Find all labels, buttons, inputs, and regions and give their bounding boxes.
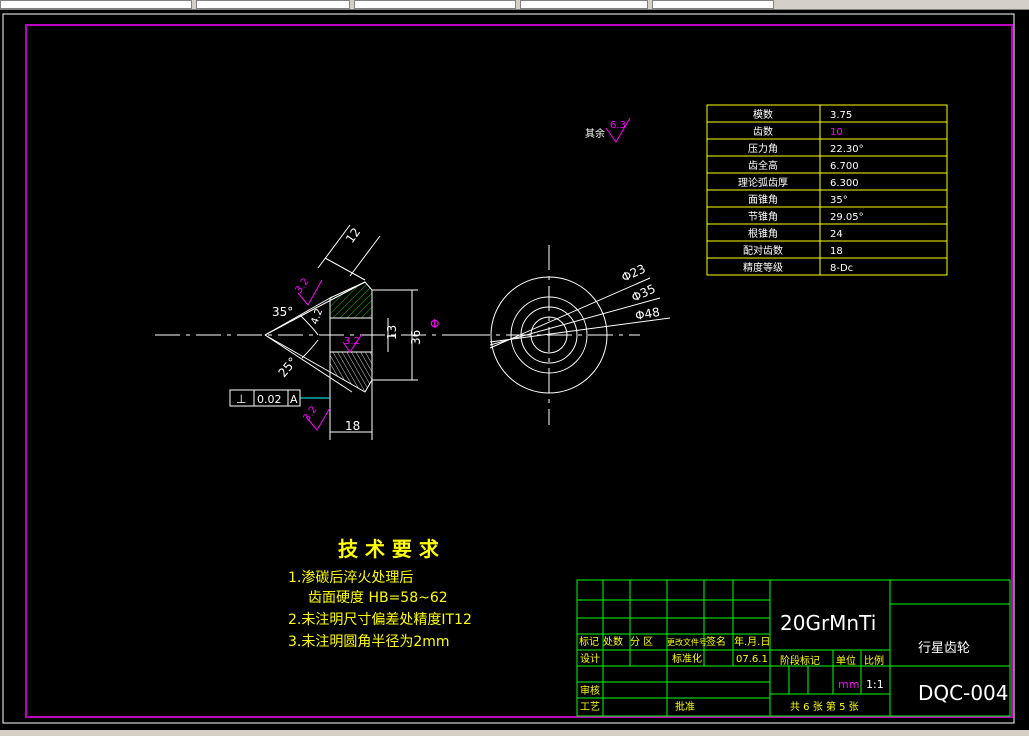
- dim-angle-35: 35°: [272, 305, 293, 319]
- header-doc: 更改文件号: [667, 637, 707, 647]
- geometric-tolerance-frame: ⊥ 0.02 A: [229, 389, 301, 407]
- gear-param-name: 齿数: [753, 125, 773, 138]
- perpendicularity-icon: ⊥: [236, 392, 246, 406]
- surface-finish-other-label: 其余: [585, 127, 605, 140]
- material-label: 20GrMnTi: [780, 611, 876, 635]
- process-label: 工艺: [580, 701, 600, 713]
- roughness-value-1: 3.2: [293, 276, 311, 295]
- gear-param-value: 35°: [830, 195, 848, 206]
- scale-value: 1:1: [866, 678, 884, 691]
- dim-angle-25: 25°: [276, 355, 300, 380]
- tech-req-title: 技 术 要 求: [338, 537, 440, 561]
- gear-param-name: 配对齿数: [743, 244, 783, 257]
- design-label: 设计: [580, 652, 600, 665]
- toolbar-cell-5[interactable]: [652, 0, 774, 9]
- gear-param-value: 18: [830, 246, 843, 257]
- dim-36: 36: [409, 330, 423, 345]
- gear-param-value: 6.300: [830, 178, 859, 189]
- tech-req-line-4: 3.未注明圆角半径为2mm: [288, 634, 450, 650]
- tolerance-value: 0.02: [257, 393, 282, 406]
- design-date: 07.6.1: [736, 654, 768, 665]
- gear-param-value: 6.700: [830, 161, 859, 172]
- gear-param-name: 压力角: [748, 142, 778, 155]
- gear-param-value: 29.05°: [830, 212, 864, 223]
- tech-req-line-1: 1.渗碳后淬火处理后: [288, 570, 413, 586]
- dim-phi-symbol: Φ: [430, 317, 439, 331]
- gear-param-name: 模数: [753, 108, 773, 121]
- review-label: 审核: [580, 684, 600, 697]
- header-sign: 签名: [706, 635, 726, 648]
- gear-param-name: 理论弧齿厚: [738, 176, 788, 189]
- toolbar: [0, 0, 1029, 10]
- dim-18: 18: [345, 419, 360, 433]
- tolerance-datum: A: [290, 393, 298, 406]
- toolbar-cell-1[interactable]: [0, 0, 192, 9]
- roughness-value-2: 3.2: [344, 336, 360, 347]
- gear-param-name: 精度等级: [743, 261, 783, 274]
- header-date: 年.月.日: [734, 635, 770, 648]
- standard-label: 标准化: [672, 652, 702, 665]
- dim-12: 12: [343, 225, 363, 246]
- toolbar-cell-2[interactable]: [196, 0, 350, 9]
- gear-param-name: 齿全高: [748, 159, 778, 172]
- approve-label: 批准: [675, 700, 695, 713]
- gear-param-name: 节锥角: [748, 211, 778, 223]
- tech-req-line-3: 2.未注明尺寸偏差处精度IT12: [288, 612, 472, 628]
- gear-param-value: 8-Dc: [830, 263, 853, 274]
- stage-label: 阶段标记: [780, 654, 820, 667]
- header-zone: 分 区: [630, 636, 653, 648]
- header-mark: 标记: [579, 636, 599, 648]
- gear-param-name: 根锥角: [748, 227, 778, 240]
- cad-drawing-canvas[interactable]: 12 35° 25° 4.2 13 36 Φ 18 3.2 3.2 3.2 ⊥ …: [0, 10, 1029, 730]
- part-name: 行星齿轮: [918, 641, 970, 656]
- gear-param-value: 24: [830, 229, 843, 240]
- unit-label: 单位: [836, 654, 856, 667]
- gear-param-value: 3.75: [830, 110, 852, 121]
- gear-param-value: 10: [830, 127, 843, 138]
- toolbar-cell-4[interactable]: [520, 0, 648, 9]
- tech-req-line-2: 齿面硬度 HB=58~62: [308, 590, 448, 606]
- header-count: 处数: [603, 635, 623, 648]
- roughness-symbols: [297, 117, 631, 431]
- gear-parameter-table: 模数 3.75 齿数 10 压力角 22.30° 齿全高 6.700 理论弧齿厚 6.300 面锥角…: [706, 104, 948, 276]
- sheet-count: 共 6 张 第 5 张: [790, 700, 859, 713]
- dim-13: 13: [385, 325, 399, 340]
- surface-roughness-main: 6.3: [610, 120, 626, 131]
- unit-value: mm: [838, 678, 859, 691]
- status-bar: [0, 730, 1029, 736]
- toolbar-cell-3[interactable]: [354, 0, 516, 9]
- roughness-value-3: 3.2: [301, 404, 319, 423]
- drawing-number: DQC-004: [918, 681, 1009, 705]
- gear-param-name: 面锥角: [748, 194, 778, 206]
- technical-requirements: 技 术 要 求 1.渗碳后淬火处理后 齿面硬度 HB=58~62 2.未注明尺寸…: [288, 537, 472, 650]
- gear-param-value: 22.30°: [830, 144, 864, 155]
- scale-label: 比例: [864, 654, 884, 667]
